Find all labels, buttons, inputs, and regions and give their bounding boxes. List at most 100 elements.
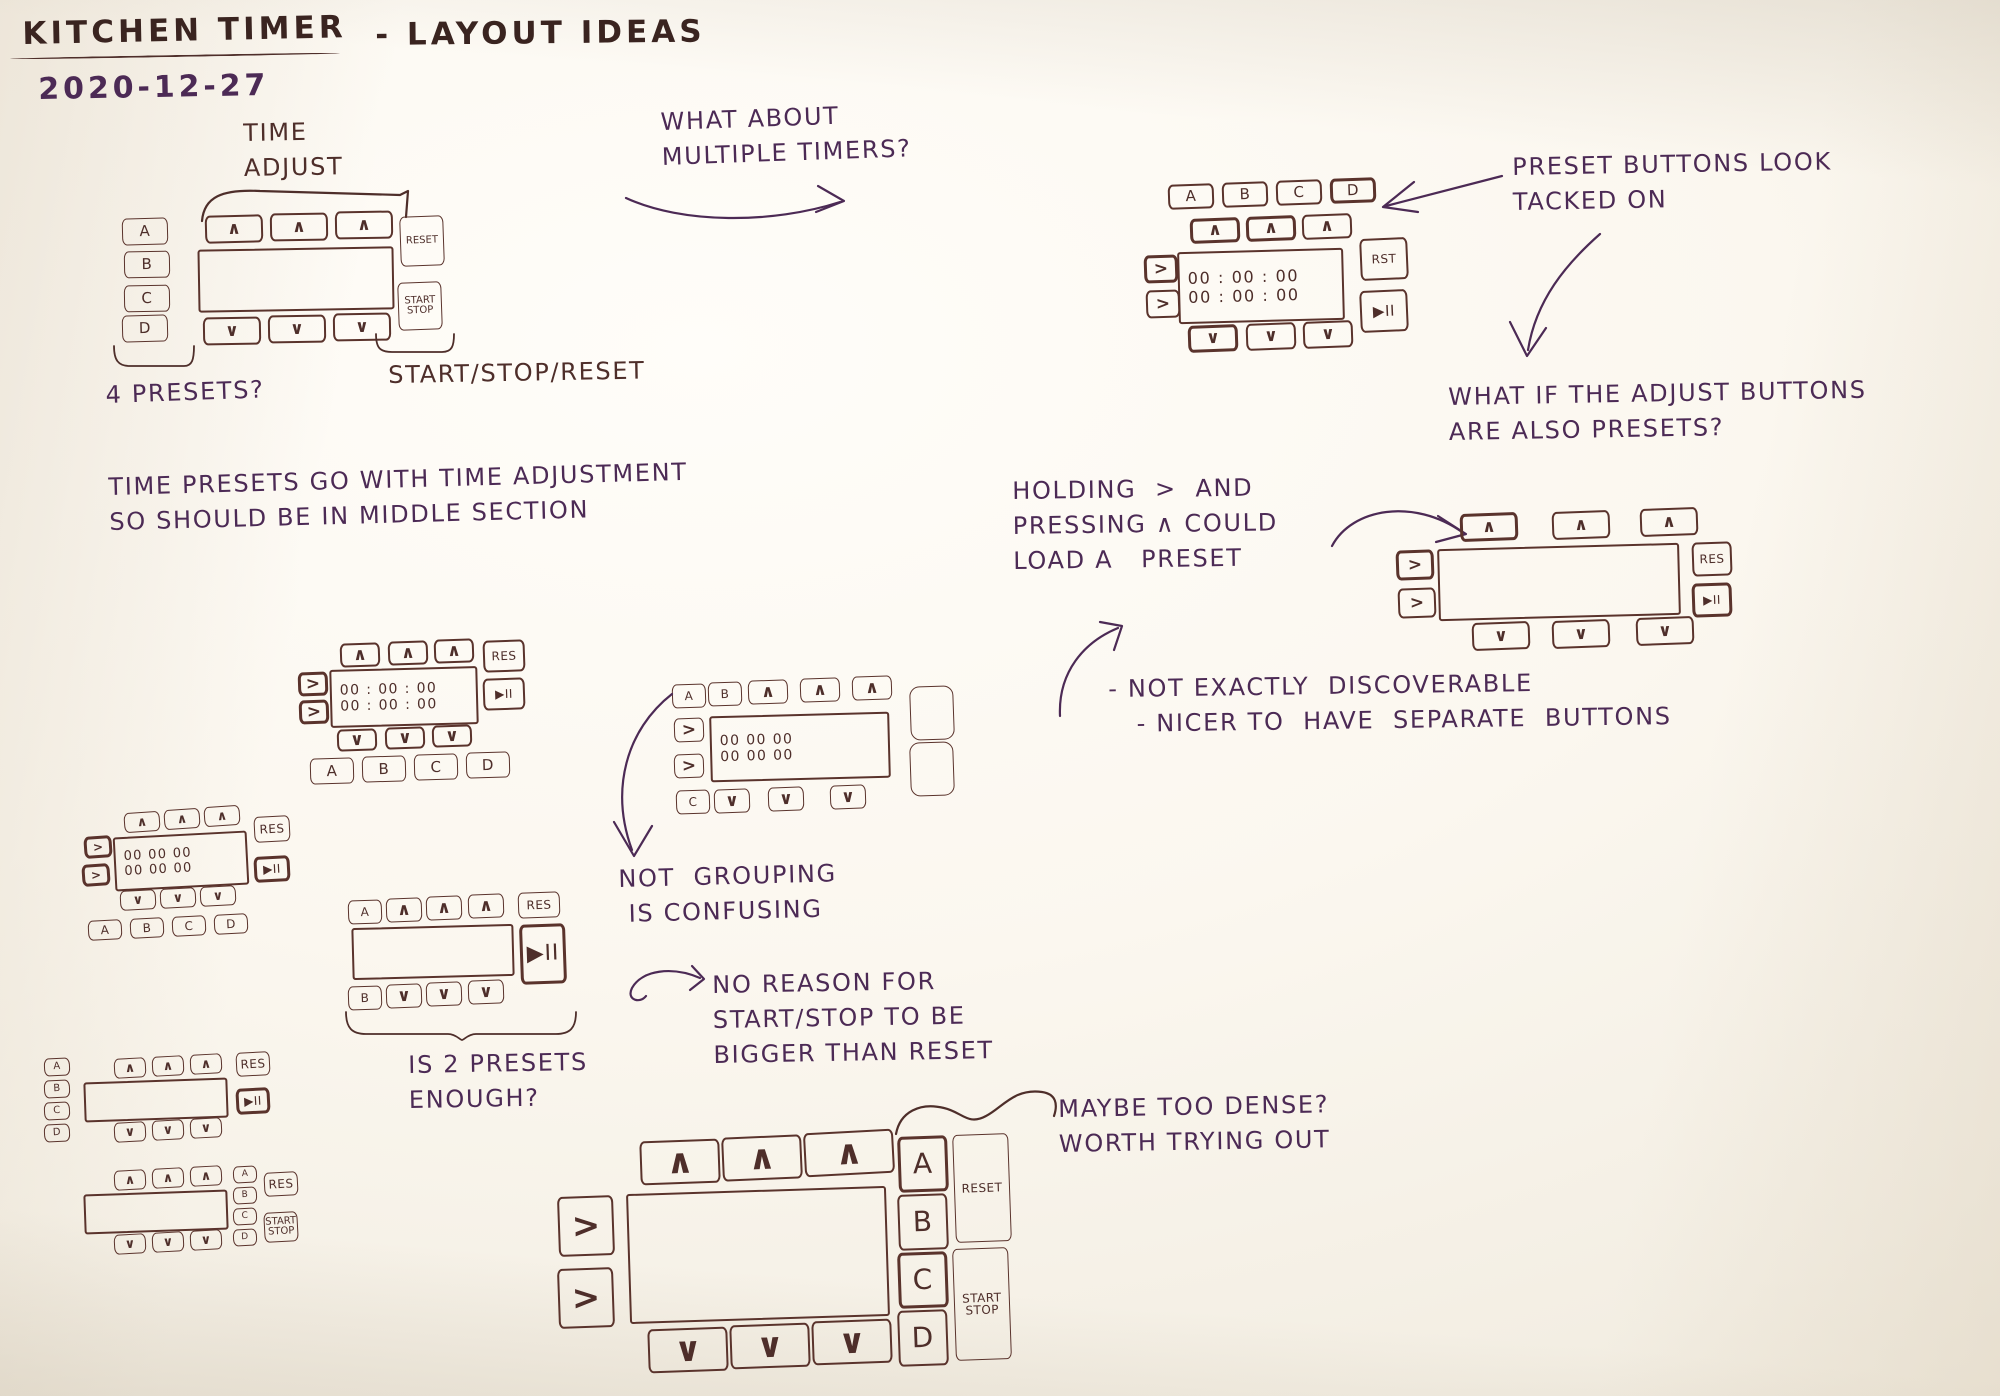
sketch8-up-2[interactable]: ∧: [151, 1055, 185, 1077]
sketch3-play-pause-button[interactable]: ▶II: [1691, 582, 1733, 618]
sketch3-right-1[interactable]: >: [1395, 549, 1435, 581]
sketch2-preset-c[interactable]: C: [1275, 179, 1323, 206]
sketch2-preset-a[interactable]: A: [1167, 183, 1215, 210]
sketch2-down-1[interactable]: ∨: [1187, 324, 1239, 353]
sketch8-preset-d[interactable]: D: [43, 1123, 71, 1143]
sketch4-up-3[interactable]: ∧: [433, 638, 475, 664]
sketch3-up-3[interactable]: ∧: [1639, 506, 1699, 538]
sketch9-up-3[interactable]: ∧: [189, 1165, 223, 1187]
sketch2-down-3[interactable]: ∨: [1302, 320, 1354, 349]
sketch7-up-1[interactable]: ∧: [385, 897, 423, 923]
sketch4-down-3[interactable]: ∨: [431, 724, 473, 748]
sketch7-up-2[interactable]: ∧: [425, 895, 463, 921]
sketch5-up-2[interactable]: ∧: [163, 807, 201, 831]
sketch6-up-1[interactable]: ∧: [747, 679, 789, 705]
sketch2-reset-button[interactable]: RST: [1359, 236, 1409, 282]
sketch5-preset-a[interactable]: A: [87, 919, 123, 941]
sketch8-preset-c[interactable]: C: [43, 1101, 71, 1121]
sketch7-play-pause-button[interactable]: ▶II: [518, 923, 568, 985]
sketch2-preset-d[interactable]: D: [1329, 177, 1377, 204]
sketch1-preset-a[interactable]: A: [121, 217, 169, 246]
sketch7-reset-button[interactable]: RES: [517, 891, 561, 919]
sketch10-down-2[interactable]: ∨: [729, 1322, 811, 1370]
sketch6-up-3[interactable]: ∧: [851, 675, 893, 701]
sketch6-blank-key-1[interactable]: [909, 685, 955, 741]
sketch1-preset-d[interactable]: D: [121, 314, 169, 343]
sketch5-preset-d[interactable]: D: [213, 913, 249, 935]
sketch4-down-2[interactable]: ∨: [384, 726, 426, 750]
sketch10-start-stop-button[interactable]: START STOP: [952, 1247, 1012, 1361]
sketch10-down-3[interactable]: ∨: [811, 1318, 893, 1366]
sketch4-preset-a[interactable]: A: [309, 757, 355, 785]
sketch1-down-1[interactable]: ∨: [202, 316, 262, 346]
sketch10-right-1[interactable]: >: [556, 1195, 616, 1257]
sketch7-up-3[interactable]: ∧: [467, 893, 505, 919]
sketch6-down-1[interactable]: ∨: [713, 788, 751, 814]
sketch8-preset-b[interactable]: B: [43, 1079, 71, 1099]
sketch10-preset-c[interactable]: C: [897, 1251, 949, 1309]
sketch3-reset-button[interactable]: RES: [1691, 541, 1733, 577]
sketch5-up-1[interactable]: ∧: [123, 810, 161, 834]
sketch4-up-2[interactable]: ∧: [387, 640, 429, 666]
sketch10-preset-d[interactable]: D: [897, 1309, 949, 1367]
sketch9-preset-a[interactable]: A: [232, 1165, 258, 1184]
sketch3-up-2[interactable]: ∧: [1551, 509, 1611, 541]
sketch8-up-1[interactable]: ∧: [113, 1057, 147, 1079]
sketch3-down-3[interactable]: ∨: [1635, 615, 1695, 647]
sketch10-down-1[interactable]: ∨: [647, 1326, 729, 1374]
sketch8-down-1[interactable]: ∨: [113, 1121, 147, 1143]
sketch1-reset-button[interactable]: RESET: [399, 215, 445, 267]
sketch5-right-2[interactable]: >: [81, 863, 111, 887]
sketch9-up-1[interactable]: ∧: [113, 1169, 147, 1191]
sketch1-up-2[interactable]: ∧: [269, 212, 329, 242]
sketch5-down-3[interactable]: ∨: [199, 885, 237, 907]
sketch10-preset-a[interactable]: A: [897, 1135, 949, 1193]
sketch2-down-2[interactable]: ∨: [1245, 322, 1297, 351]
sketch9-down-3[interactable]: ∨: [189, 1229, 223, 1251]
sketch2-play-pause-button[interactable]: ▶II: [1359, 288, 1409, 334]
sketch10-right-2[interactable]: >: [556, 1267, 616, 1329]
sketch4-up-1[interactable]: ∧: [339, 642, 381, 668]
sketch5-play-pause-button[interactable]: ▶II: [253, 855, 291, 883]
sketch7-down-1[interactable]: ∨: [385, 983, 423, 1009]
sketch1-down-2[interactable]: ∨: [267, 314, 327, 344]
sketch8-play-pause-button[interactable]: ▶II: [235, 1087, 271, 1115]
sketch2-right-2[interactable]: >: [1145, 289, 1181, 319]
sketch8-down-3[interactable]: ∨: [189, 1117, 223, 1139]
sketch6-down-2[interactable]: ∨: [767, 786, 805, 812]
sketch2-right-1[interactable]: >: [1143, 254, 1179, 284]
sketch1-preset-b[interactable]: B: [123, 250, 171, 279]
sketch1-start-stop-button[interactable]: START STOP: [397, 281, 443, 331]
sketch9-down-1[interactable]: ∨: [113, 1233, 147, 1255]
sketch4-down-1[interactable]: ∨: [336, 728, 378, 752]
sketch3-right-2[interactable]: >: [1397, 587, 1437, 619]
sketch1-preset-c[interactable]: C: [123, 284, 171, 313]
sketch8-down-2[interactable]: ∨: [151, 1119, 185, 1141]
sketch6-blank-key-2[interactable]: [909, 741, 955, 797]
sketch4-preset-b[interactable]: B: [361, 755, 407, 783]
sketch10-up-1[interactable]: ∧: [639, 1138, 721, 1186]
sketch4-preset-d[interactable]: D: [465, 751, 511, 779]
sketch2-preset-b[interactable]: B: [1221, 181, 1269, 208]
sketch8-up-3[interactable]: ∧: [189, 1053, 223, 1075]
sketch4-preset-c[interactable]: C: [413, 753, 459, 781]
sketch9-preset-b[interactable]: B: [232, 1186, 258, 1205]
sketch8-preset-a[interactable]: A: [43, 1057, 71, 1077]
sketch3-down-1[interactable]: ∨: [1471, 620, 1531, 652]
sketch4-play-pause-button[interactable]: ▶II: [482, 677, 526, 711]
sketch9-start-stop-button[interactable]: START STOP: [263, 1211, 299, 1243]
sketch4-right-1[interactable]: >: [297, 671, 329, 697]
sketch4-right-2[interactable]: >: [298, 699, 330, 725]
sketch9-preset-c[interactable]: C: [232, 1207, 258, 1226]
sketch8-reset-button[interactable]: RES: [235, 1051, 271, 1077]
sketch10-up-3[interactable]: ∧: [802, 1128, 896, 1178]
sketch6-up-2[interactable]: ∧: [799, 677, 841, 703]
sketch1-up-3[interactable]: ∧: [334, 210, 394, 240]
sketch6-down-3[interactable]: ∨: [829, 784, 867, 810]
sketch5-preset-c[interactable]: C: [171, 915, 207, 937]
sketch4-reset-button[interactable]: RES: [482, 639, 526, 673]
sketch2-up-1[interactable]: ∧: [1189, 217, 1241, 244]
sketch9-down-2[interactable]: ∨: [151, 1231, 185, 1253]
sketch9-up-2[interactable]: ∧: [151, 1167, 185, 1189]
sketch9-preset-d[interactable]: D: [232, 1228, 258, 1247]
